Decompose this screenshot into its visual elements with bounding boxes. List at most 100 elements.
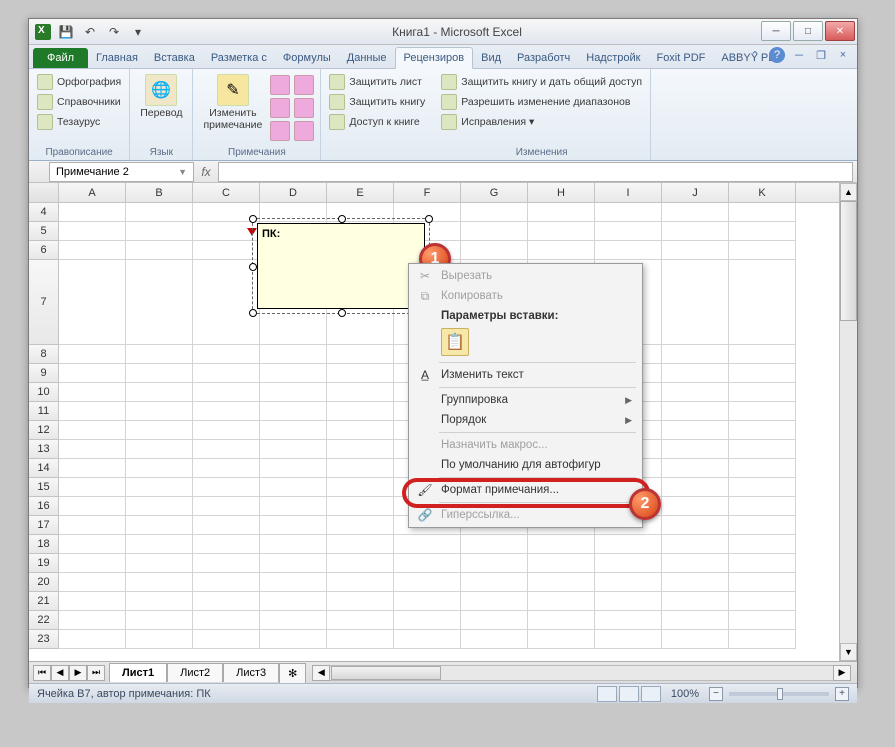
cell[interactable] [59, 592, 126, 611]
col-H[interactable]: H [528, 183, 595, 202]
row-header-15[interactable]: 15 [29, 478, 59, 497]
cell[interactable] [327, 535, 394, 554]
row-header-22[interactable]: 22 [29, 611, 59, 630]
row-header-8[interactable]: 8 [29, 345, 59, 364]
cell[interactable] [528, 630, 595, 649]
sheet-nav-prev[interactable]: ◀ [51, 665, 69, 681]
cell[interactable] [193, 421, 260, 440]
cell[interactable] [327, 478, 394, 497]
cell[interactable] [59, 402, 126, 421]
tab-review[interactable]: Рецензиров [395, 47, 474, 69]
cell[interactable] [662, 535, 729, 554]
cell[interactable] [260, 345, 327, 364]
col-G[interactable]: G [461, 183, 528, 202]
tab-foxit[interactable]: Foxit PDF [648, 48, 713, 68]
cell[interactable] [327, 516, 394, 535]
cell[interactable] [59, 611, 126, 630]
cell[interactable] [662, 611, 729, 630]
cell[interactable] [662, 630, 729, 649]
cell[interactable] [461, 241, 528, 260]
cell[interactable] [729, 440, 796, 459]
cell[interactable] [59, 241, 126, 260]
row-header-10[interactable]: 10 [29, 383, 59, 402]
resize-handle-nw[interactable] [249, 215, 257, 223]
cell[interactable] [59, 383, 126, 402]
sheet-tab-1[interactable]: Лист1 [109, 663, 167, 682]
cell[interactable] [193, 611, 260, 630]
cell[interactable] [662, 592, 729, 611]
cell[interactable] [729, 459, 796, 478]
cell[interactable] [662, 459, 729, 478]
redo-button[interactable]: ↷ [105, 23, 123, 41]
view-page-layout-button[interactable] [619, 686, 639, 702]
cell[interactable] [59, 497, 126, 516]
hscroll-thumb[interactable] [331, 666, 441, 680]
cell[interactable] [260, 478, 327, 497]
track-changes-button[interactable]: Исправления ▾ [439, 112, 644, 132]
cell[interactable] [260, 440, 327, 459]
cell[interactable] [662, 516, 729, 535]
cell[interactable] [327, 421, 394, 440]
cell[interactable] [729, 402, 796, 421]
cell[interactable] [59, 364, 126, 383]
undo-button[interactable]: ↶ [81, 23, 99, 41]
cell[interactable] [461, 203, 528, 222]
cell[interactable] [729, 630, 796, 649]
ctx-order[interactable]: Порядок▶ [411, 410, 640, 430]
cell[interactable] [662, 440, 729, 459]
row-header-13[interactable]: 13 [29, 440, 59, 459]
cell[interactable] [260, 611, 327, 630]
ctx-default-autoshape[interactable]: По умолчанию для автофигур [411, 455, 640, 475]
cell[interactable] [193, 516, 260, 535]
scroll-right-button[interactable]: ▶ [833, 665, 851, 681]
doc-restore-icon[interactable]: ❐ [813, 47, 829, 63]
sheet-nav-first[interactable]: ⏮ [33, 665, 51, 681]
cell[interactable] [59, 203, 126, 222]
cell[interactable] [126, 611, 193, 630]
tab-data[interactable]: Данные [339, 48, 395, 68]
cell[interactable] [193, 345, 260, 364]
cell[interactable] [461, 535, 528, 554]
cell[interactable] [327, 554, 394, 573]
cell[interactable] [394, 554, 461, 573]
cell[interactable] [260, 421, 327, 440]
col-F[interactable]: F [394, 183, 461, 202]
row-header-6[interactable]: 6 [29, 241, 59, 260]
cell[interactable] [327, 611, 394, 630]
tab-developer[interactable]: Разработч [509, 48, 578, 68]
cell[interactable] [193, 535, 260, 554]
cell[interactable] [662, 222, 729, 241]
row-header-5[interactable]: 5 [29, 222, 59, 241]
name-box[interactable]: Примечание 2 ▼ [49, 162, 194, 182]
vscroll-thumb[interactable] [840, 201, 857, 321]
cell[interactable] [193, 497, 260, 516]
show-all-comments-button[interactable] [294, 98, 314, 118]
cell[interactable] [260, 573, 327, 592]
resize-handle-ne[interactable] [425, 215, 433, 223]
cell[interactable] [662, 260, 729, 345]
cell[interactable] [729, 497, 796, 516]
cell[interactable] [260, 592, 327, 611]
cell[interactable] [595, 611, 662, 630]
fx-icon[interactable]: fx [194, 165, 218, 179]
scroll-down-button[interactable]: ▼ [840, 643, 857, 661]
cell[interactable] [126, 459, 193, 478]
cell[interactable] [729, 260, 796, 345]
maximize-button[interactable]: □ [793, 21, 823, 41]
cell[interactable] [595, 573, 662, 592]
worksheet-grid[interactable]: A B C D E F G H I J K 456789101112131415… [29, 183, 857, 661]
cell[interactable] [662, 383, 729, 402]
spelling-button[interactable]: Орфография [35, 72, 123, 92]
sheet-tab-2[interactable]: Лист2 [167, 663, 223, 682]
prev-comment-button[interactable] [270, 98, 290, 118]
cell[interactable] [126, 345, 193, 364]
view-normal-button[interactable] [597, 686, 617, 702]
cell[interactable] [662, 497, 729, 516]
ribbon-minimize-icon[interactable]: ⌃ [747, 47, 763, 63]
cell[interactable] [595, 203, 662, 222]
cell[interactable] [59, 222, 126, 241]
cell[interactable] [126, 516, 193, 535]
select-all-corner[interactable] [29, 183, 59, 202]
qat-dropdown[interactable]: ▾ [129, 23, 147, 41]
cell[interactable] [126, 630, 193, 649]
